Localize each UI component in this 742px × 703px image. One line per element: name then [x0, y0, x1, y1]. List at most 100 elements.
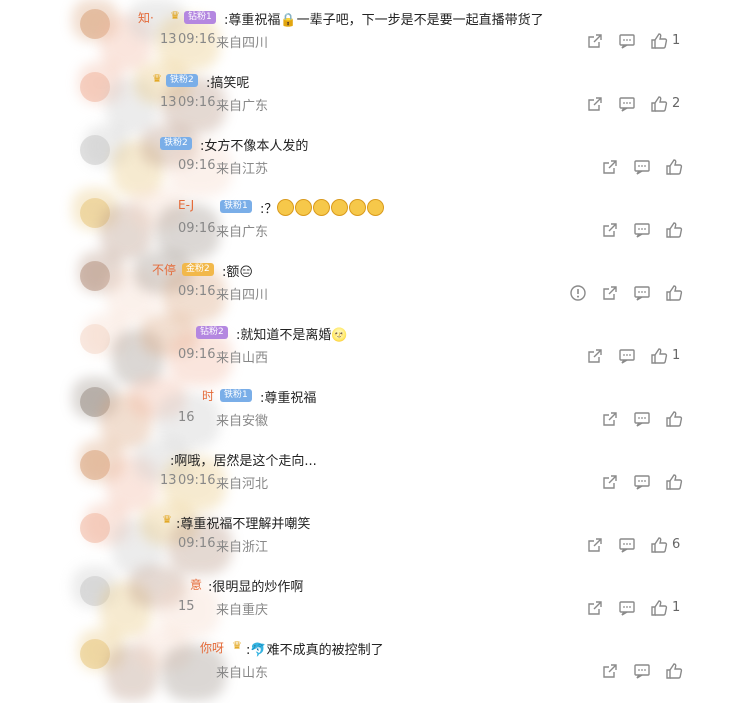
thumbs-up-icon[interactable] [665, 473, 683, 491]
thumbs-up-icon[interactable] [650, 536, 668, 554]
comment-icon[interactable] [633, 158, 651, 176]
share-icon[interactable] [586, 32, 604, 50]
avatar-image [80, 387, 110, 417]
avatar[interactable] [80, 135, 110, 165]
comment-time: 09:16 [178, 32, 216, 47]
username[interactable]: 你呀 [200, 639, 224, 656]
avatar[interactable] [80, 9, 110, 39]
comment-icon[interactable] [618, 536, 636, 554]
comment-time: 09:16 [178, 536, 216, 551]
comment-text: :尊重祝福 [260, 387, 316, 406]
avatar-image [80, 576, 110, 606]
thumbs-up-icon[interactable] [665, 158, 683, 176]
thumbs-up-icon[interactable] [650, 95, 668, 113]
comment-icon[interactable] [633, 473, 651, 491]
comment-icon[interactable] [633, 221, 651, 239]
avatar[interactable] [80, 450, 110, 480]
share-icon[interactable] [601, 158, 619, 176]
comment-text-content: :很明显的炒作啊 [208, 580, 304, 595]
comment-time: 09:16 [178, 221, 216, 236]
fan-badge: 铁粉2 [166, 74, 198, 87]
comment-icon[interactable] [633, 662, 651, 680]
fan-badge: 铁粉1 [220, 200, 252, 213]
avatar[interactable] [80, 324, 110, 354]
emoji-icon [331, 199, 349, 216]
username[interactable]: E-J [178, 198, 194, 212]
comment-icon[interactable] [618, 599, 636, 617]
share-icon[interactable] [601, 662, 619, 680]
comment-text: :啊哦，居然是这个走向... [170, 450, 317, 469]
thumbs-up-icon[interactable] [665, 662, 683, 680]
username[interactable]: 知· [138, 9, 154, 26]
avatar[interactable] [80, 387, 110, 417]
comment-icon[interactable] [633, 410, 651, 428]
comment-item: ♛:尊重祝福不理解并嘲笑 09:16 来自浙江 6 [0, 503, 742, 575]
comment-location: 来自广东 [216, 225, 269, 240]
share-icon[interactable] [601, 473, 619, 491]
avatar[interactable] [80, 72, 110, 102]
comment-text-content: :尊重祝福不理解并嘲笑 [176, 517, 311, 532]
comment-item: 钻粉2:就知道不是离婚🌝 09:16 来自山西 1 [0, 314, 742, 386]
avatar-image [80, 72, 110, 102]
username[interactable]: 意 [190, 576, 202, 593]
share-icon[interactable] [601, 221, 619, 239]
share-icon[interactable] [586, 536, 604, 554]
comment-location: 来自安徽 [216, 414, 269, 429]
share-icon[interactable] [601, 284, 619, 302]
comment-item: ♛ 铁粉2:搞笑呢 13 09:16 来自广东 2 [0, 62, 742, 134]
comment-icon[interactable] [618, 32, 636, 50]
avatar[interactable] [80, 513, 110, 543]
share-icon[interactable] [586, 95, 604, 113]
comment-text-content: :就知道不是离婚🌝 [236, 328, 348, 343]
comment-text: :🐬难不成真的被控制了 [246, 639, 384, 658]
comment-time: 09:16 [178, 158, 216, 173]
thumbs-up-icon[interactable] [665, 410, 683, 428]
comment-icon[interactable] [618, 347, 636, 365]
comment-location: 来自浙江 [216, 540, 269, 555]
crown-icon: ♛ [232, 639, 242, 652]
share-icon[interactable] [601, 410, 619, 428]
crown-icon: ♛ [152, 72, 162, 85]
like-count: 1 [672, 348, 681, 363]
comment-text: :就知道不是离婚🌝 [236, 324, 348, 343]
comment-icon[interactable] [633, 284, 651, 302]
avatar-image [80, 450, 110, 480]
username[interactable]: 时 [202, 387, 214, 404]
comment-location: 来自四川 [216, 288, 269, 303]
avatar-image [80, 513, 110, 543]
username[interactable]: 不停 [152, 261, 176, 278]
comment-time: 09:16 [178, 347, 216, 362]
emoji-icon [367, 199, 385, 216]
avatar[interactable] [80, 261, 110, 291]
comment-item: E-J 铁粉1 :？ 09:16 来自广东 [0, 188, 742, 260]
comment-icon[interactable] [618, 95, 636, 113]
comment-text-content: :啊哦，居然是这个走向... [170, 454, 317, 469]
like-count: 1 [672, 600, 681, 615]
avatar[interactable] [80, 576, 110, 606]
comment-text: :额😑 [222, 261, 253, 280]
emoji-icon [313, 199, 331, 216]
comment-location: 来自广东 [216, 99, 269, 114]
comment-text-content: :尊重祝福 [260, 391, 317, 406]
avatar-image [80, 324, 110, 354]
comment-time: 09:16 [178, 95, 216, 110]
thumbs-up-icon[interactable] [665, 221, 683, 239]
share-icon[interactable] [586, 347, 604, 365]
thumbs-up-icon[interactable] [650, 347, 668, 365]
thumbs-up-icon[interactable] [650, 599, 668, 617]
avatar[interactable] [80, 639, 110, 669]
comment-text-content: :尊重祝福🔒一辈子吧，下一步是不是要一起直播带货了 [224, 13, 544, 28]
emoji-icon [349, 199, 367, 216]
avatar-image [80, 9, 110, 39]
thumbs-up-icon[interactable] [665, 284, 683, 302]
comment-text-content: :搞笑呢 [206, 76, 250, 91]
avatar-image [80, 135, 110, 165]
comment-text-content: :🐬难不成真的被控制了 [246, 643, 384, 658]
comment-location: 来自江苏 [216, 162, 269, 177]
fan-badge: 铁粉1 [220, 389, 252, 402]
share-icon[interactable] [586, 599, 604, 617]
avatar[interactable] [80, 198, 110, 228]
comment-text: :？ [260, 198, 385, 217]
report-icon[interactable] [569, 284, 587, 302]
thumbs-up-icon[interactable] [650, 32, 668, 50]
